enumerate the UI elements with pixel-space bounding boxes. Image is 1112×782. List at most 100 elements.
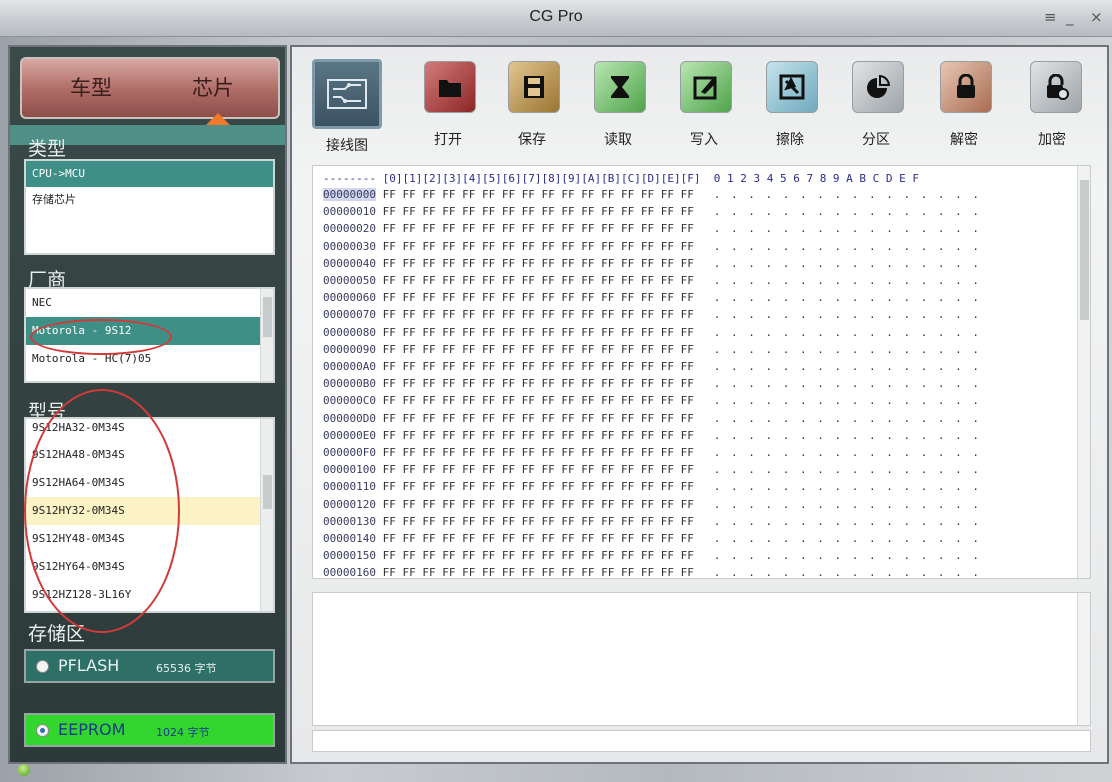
hex-row[interactable]: 00000070 FF FF FF FF FF FF FF FF FF FF F… [323, 308, 981, 321]
hex-ascii: . . . . . . . . . . . . . . . . [713, 411, 982, 425]
hex-bytes[interactable]: FF FF FF FF FF FF FF FF FF FF FF FF FF F… [383, 532, 694, 545]
menu-icon[interactable]: ≡ [1044, 8, 1057, 26]
hex-bytes[interactable]: FF FF FF FF FF FF FF FF FF FF FF FF FF F… [383, 326, 694, 339]
read-button[interactable] [594, 61, 646, 113]
hex-bytes[interactable]: FF FF FF FF FF FF FF FF FF FF FF FF FF F… [383, 291, 694, 304]
hex-bytes[interactable]: FF FF FF FF FF FF FF FF FF FF FF FF FF F… [383, 377, 694, 390]
hex-address: 00000040 [323, 256, 376, 270]
hex-bytes[interactable]: FF FF FF FF FF FF FF FF FF FF FF FF FF F… [383, 515, 694, 528]
hex-row[interactable]: 000000B0 FF FF FF FF FF FF FF FF FF FF F… [323, 377, 981, 390]
hex-bytes[interactable]: FF FF FF FF FF FF FF FF FF FF FF FF FF F… [383, 412, 694, 425]
hex-row[interactable]: 00000150 FF FF FF FF FF FF FF FF FF FF F… [323, 549, 981, 562]
type-item-cpu-mcu[interactable]: CPU->MCU [26, 161, 273, 187]
decrypt-button[interactable] [940, 61, 992, 113]
hex-scrollbar[interactable] [1077, 166, 1090, 578]
write-button[interactable] [680, 61, 732, 113]
tab-car-model[interactable]: 车型 [70, 72, 112, 102]
hex-row[interactable]: 000000C0 FF FF FF FF FF FF FF FF FF FF F… [323, 394, 981, 407]
open-label: 打开 [434, 132, 462, 148]
command-input[interactable] [312, 730, 1091, 752]
hex-ascii: . . . . . . . . . . . . . . . . [713, 205, 982, 219]
hex-editor[interactable]: -------- [0][1][2][3][4][5][6][7][8][9][… [312, 165, 1091, 579]
save-button[interactable] [508, 61, 560, 113]
hex-row[interactable]: 00000120 FF FF FF FF FF FF FF FF FF FF F… [323, 498, 981, 511]
hex-bytes[interactable]: FF FF FF FF FF FF FF FF FF FF FF FF FF F… [383, 360, 694, 373]
scroll-thumb[interactable] [1080, 180, 1089, 320]
radio-button-selected[interactable] [36, 724, 49, 737]
hex-row[interactable]: 00000030 FF FF FF FF FF FF FF FF FF FF F… [323, 240, 981, 253]
hex-bytes[interactable]: FF FF FF FF FF FF FF FF FF FF FF FF FF F… [383, 257, 694, 270]
open-button[interactable] [424, 61, 476, 113]
hex-address: 00000140 [323, 532, 376, 545]
decrypt-label: 解密 [950, 132, 978, 148]
title-bar: CG Pro ≡ _ × [0, 0, 1112, 37]
hex-ascii: . . . . . . . . . . . . . . . . [713, 291, 982, 305]
window-title: CG Pro [529, 8, 583, 25]
hex-row[interactable]: 00000010 FF FF FF FF FF FF FF FF FF FF F… [323, 205, 981, 218]
close-icon[interactable]: × [1090, 8, 1103, 26]
partition-button[interactable] [852, 61, 904, 113]
hex-row[interactable]: 00000000 FF FF FF FF FF FF FF FF FF FF F… [323, 188, 981, 201]
hex-row[interactable]: 000000A0 FF FF FF FF FF FF FF FF FF FF F… [323, 360, 981, 373]
hex-bytes[interactable]: FF FF FF FF FF FF FF FF FF FF FF FF FF F… [383, 446, 694, 459]
hex-row[interactable]: 00000090 FF FF FF FF FF FF FF FF FF FF F… [323, 343, 981, 356]
hex-bytes[interactable]: FF FF FF FF FF FF FF FF FF FF FF FF FF F… [383, 566, 694, 578]
hex-row[interactable]: 00000110 FF FF FF FF FF FF FF FF FF FF F… [323, 480, 981, 493]
tab-chip[interactable]: 芯片 [192, 72, 234, 102]
hex-row[interactable]: 00000040 FF FF FF FF FF FF FF FF FF FF F… [323, 257, 981, 270]
vendor-list-scrollbar[interactable] [260, 289, 273, 381]
hourglass-icon [611, 76, 629, 98]
hex-row[interactable]: 000000D0 FF FF FF FF FF FF FF FF FF FF F… [323, 412, 981, 425]
wiring-diagram-icon [327, 79, 367, 109]
hex-row[interactable]: 00000140 FF FF FF FF FF FF FF FF FF FF F… [323, 532, 981, 545]
minimize-icon[interactable]: _ [1066, 8, 1074, 26]
hex-bytes[interactable]: FF FF FF FF FF FF FF FF FF FF FF FF FF F… [383, 498, 694, 511]
hex-row[interactable]: 00000100 FF FF FF FF FF FF FF FF FF FF F… [323, 463, 981, 476]
hex-bytes[interactable]: FF FF FF FF FF FF FF FF FF FF FF FF FF F… [383, 549, 694, 562]
radio-button[interactable] [36, 660, 49, 673]
type-item-memory[interactable]: 存储芯片 [26, 187, 273, 213]
folder-icon [439, 80, 461, 97]
hex-address: 00000050 [323, 274, 376, 287]
section-type-label: 类型 [28, 138, 67, 160]
hex-row[interactable]: 00000060 FF FF FF FF FF FF FF FF FF FF F… [323, 291, 981, 304]
hex-row[interactable]: 00000130 FF FF FF FF FF FF FF FF FF FF F… [323, 515, 981, 528]
scroll-thumb[interactable] [263, 475, 272, 509]
hex-bytes[interactable]: FF FF FF FF FF FF FF FF FF FF FF FF FF F… [383, 463, 694, 476]
hex-ascii: . . . . . . . . . . . . . . . . [713, 377, 982, 391]
vendor-item-nec[interactable]: NEC [26, 289, 273, 317]
hex-ascii: . . . . . . . . . . . . . . . . [713, 308, 982, 322]
scroll-thumb[interactable] [263, 297, 272, 337]
hex-bytes[interactable]: FF FF FF FF FF FF FF FF FF FF FF FF FF F… [383, 240, 694, 253]
partition-label: 分区 [862, 132, 890, 148]
hex-bytes[interactable]: FF FF FF FF FF FF FF FF FF FF FF FF FF F… [383, 394, 694, 407]
hex-bytes[interactable]: FF FF FF FF FF FF FF FF FF FF FF FF FF F… [383, 429, 694, 442]
wiring-diagram-button[interactable] [312, 59, 382, 129]
hex-row[interactable]: 00000050 FF FF FF FF FF FF FF FF FF FF F… [323, 274, 981, 287]
hex-row[interactable]: 000000F0 FF FF FF FF FF FF FF FF FF FF F… [323, 446, 981, 459]
storage-name: EEPROM [58, 720, 126, 739]
storage-option-pflash[interactable]: PFLASH 65536 字节 [24, 649, 275, 683]
hex-address: 00000070 [323, 308, 376, 322]
encrypt-label: 加密 [1038, 132, 1066, 148]
hex-bytes[interactable]: FF FF FF FF FF FF FF FF FF FF FF FF FF F… [383, 343, 694, 356]
hex-ascii: . . . . . . . . . . . . . . . . [713, 239, 982, 253]
hex-bytes[interactable]: FF FF FF FF FF FF FF FF FF FF FF FF FF F… [383, 188, 694, 201]
hex-bytes[interactable]: FF FF FF FF FF FF FF FF FF FF FF FF FF F… [383, 480, 694, 493]
hex-bytes[interactable]: FF FF FF FF FF FF FF FF FF FF FF FF FF F… [383, 274, 694, 287]
hex-bytes[interactable]: FF FF FF FF FF FF FF FF FF FF FF FF FF F… [383, 222, 694, 235]
encrypt-button[interactable] [1030, 61, 1082, 113]
storage-option-eeprom[interactable]: EEPROM 1024 字节 [24, 713, 275, 747]
erase-button[interactable] [766, 61, 818, 113]
log-scrollbar[interactable] [1077, 593, 1090, 725]
model-list-scrollbar[interactable] [260, 419, 273, 611]
hex-bytes[interactable]: FF FF FF FF FF FF FF FF FF FF FF FF FF F… [383, 205, 694, 218]
hex-bytes[interactable]: FF FF FF FF FF FF FF FF FF FF FF FF FF F… [383, 308, 694, 321]
hex-row[interactable]: 000000E0 FF FF FF FF FF FF FF FF FF FF F… [323, 429, 981, 442]
hex-row[interactable]: 00000160 FF FF FF FF FF FF FF FF FF FF F… [323, 566, 981, 578]
log-output [312, 592, 1091, 726]
chip-selection-panel: 车型 芯片 类型 CPU->MCU 存储芯片 厂商 NEC Motorola -… [8, 45, 287, 764]
hex-row[interactable]: 00000020 FF FF FF FF FF FF FF FF FF FF F… [323, 222, 981, 235]
lock-gear-icon [1047, 74, 1069, 100]
hex-row[interactable]: 00000080 FF FF FF FF FF FF FF FF FF FF F… [323, 326, 981, 339]
